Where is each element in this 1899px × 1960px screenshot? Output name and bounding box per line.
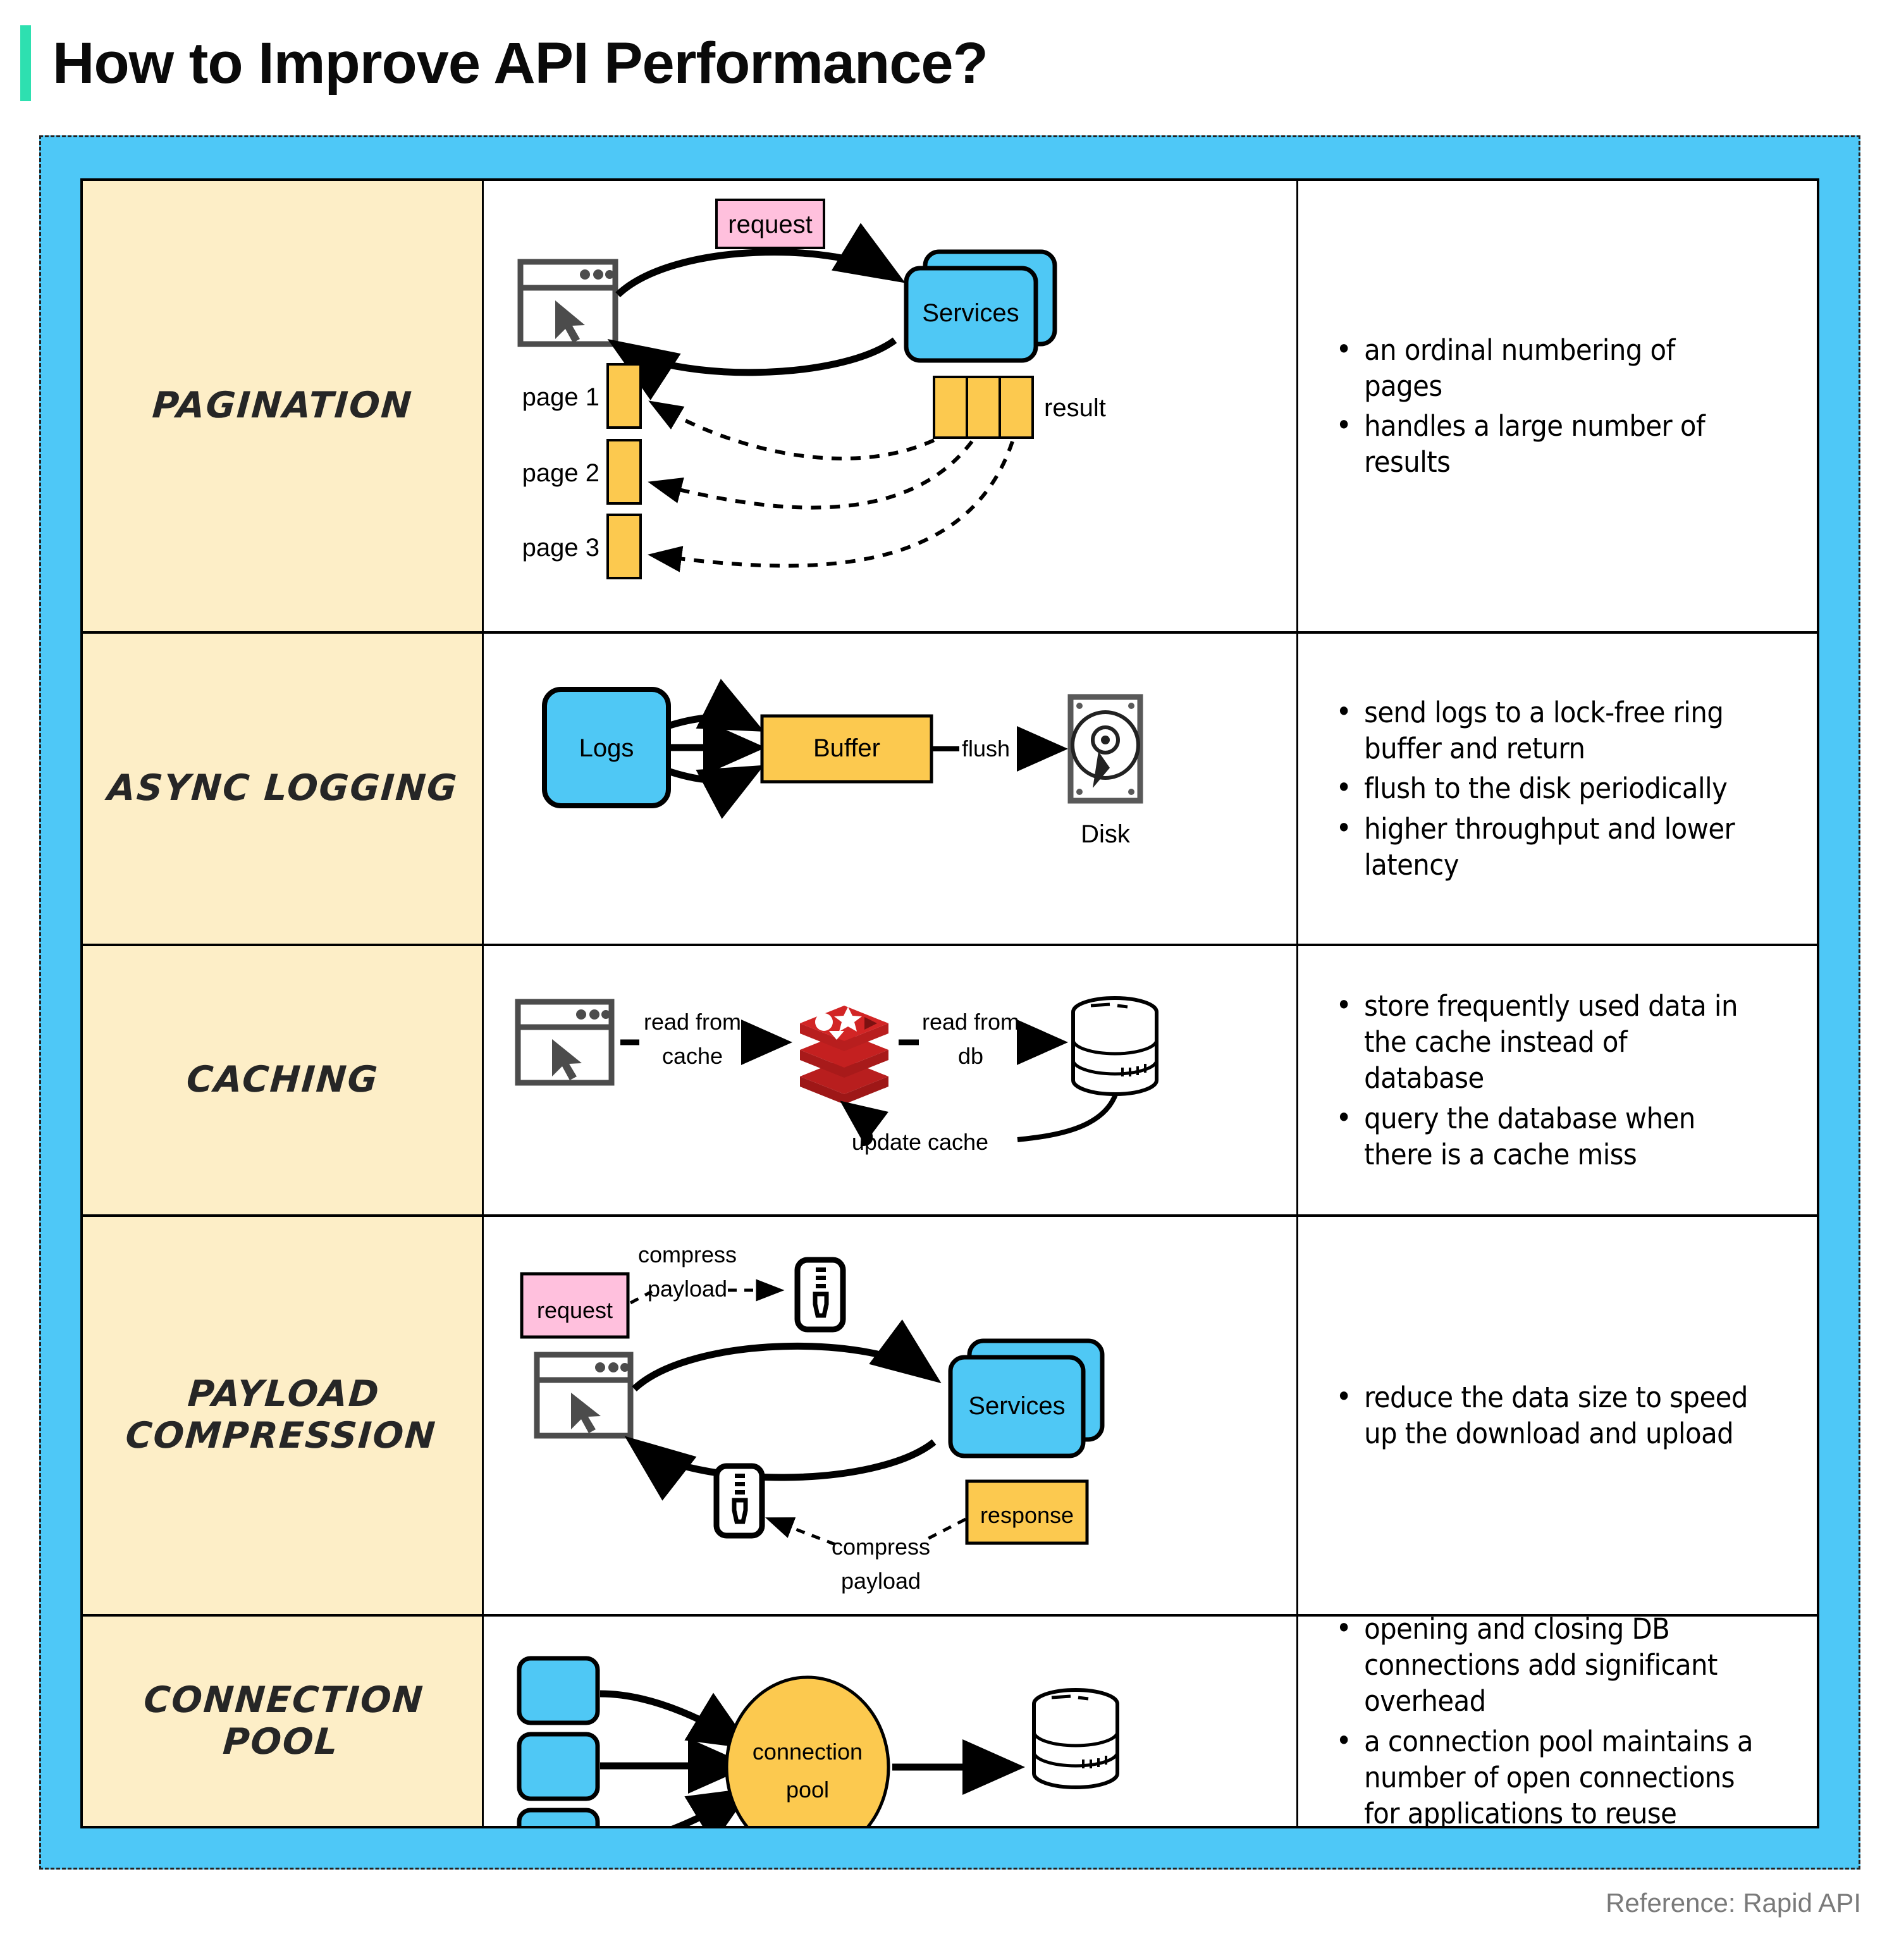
zip-file-icon	[794, 1257, 846, 1333]
pool-label-line1: connection	[753, 1739, 863, 1765]
pagination-page3-label: page 3	[522, 534, 599, 562]
row-label-connection-pool: Connection Pool	[83, 1617, 484, 1826]
logs-label: Logs	[579, 734, 634, 762]
row-label-text: Async Logging	[106, 767, 459, 810]
list-item: an ordinal numbering of pages	[1331, 331, 1755, 404]
bullets-caching: store frequently used data in the cache …	[1298, 946, 1817, 1217]
caching-svg: read from cache read from db update cach…	[515, 996, 1158, 1155]
pc-services-label: Services	[968, 1392, 1065, 1420]
zip-file-icon	[713, 1463, 765, 1539]
client-box-2	[517, 1732, 600, 1801]
database-icon	[1071, 996, 1158, 1096]
read-from-cache-label-line2: cache	[662, 1043, 723, 1069]
pagination-svg: request Services result page 1 page 2 pa…	[517, 199, 1106, 579]
bullets-async-logging: send logs to a lock-free ring buffer and…	[1298, 634, 1817, 946]
row-label-pagination: Pagination	[83, 181, 484, 634]
list-item: reduce the data size to speed up the dow…	[1331, 1378, 1755, 1452]
pagination-request-label: request	[728, 211, 812, 238]
row-label-async-logging: Async Logging	[83, 634, 484, 946]
async-logging-svg: Logs Buffer flush Disk	[542, 679, 1143, 848]
database-icon	[1032, 1688, 1119, 1789]
diagram-payload-compression: compress payload request Services respon…	[484, 1217, 1298, 1617]
pagination-result-label: result	[1044, 394, 1106, 422]
diagram-connection-pool: connection pool	[484, 1617, 1298, 1826]
diagram-async-logging: Logs Buffer flush Disk	[484, 634, 1298, 946]
compress-top-line2: payload	[648, 1276, 727, 1302]
pagination-services-label: Services	[922, 299, 1019, 327]
title-accent-bar	[20, 25, 31, 101]
row-label-text: Connection Pool	[142, 1679, 426, 1763]
list-item: flush to the disk periodically	[1331, 769, 1755, 806]
compress-bottom-line1: compress	[832, 1534, 930, 1560]
redis-cache-icon	[800, 1006, 888, 1104]
row-label-text: Caching	[185, 1059, 380, 1101]
diagram-pagination: request Services result page 1 page 2 pa…	[484, 181, 1298, 634]
client-box-3	[517, 1808, 600, 1826]
compress-bottom-line2: payload	[841, 1568, 921, 1594]
pagination-page1-label: page 1	[522, 383, 599, 411]
pool-label-line2: pool	[786, 1777, 829, 1803]
bullets-connection-pool: opening and closing DB connections add s…	[1298, 1617, 1817, 1826]
row-label-text: Payload Compression	[124, 1373, 438, 1457]
list-item: send logs to a lock-free ring buffer and…	[1331, 693, 1755, 767]
list-item: store frequently used data in the cache …	[1331, 987, 1755, 1096]
page-block-1	[606, 363, 642, 429]
pc-request-label: request	[537, 1297, 613, 1323]
flush-label: flush	[962, 736, 1010, 761]
diagram-caching: read from cache read from db update cach…	[484, 946, 1298, 1217]
infographic-page: How to Improve API Performance? Paginati…	[0, 0, 1899, 1960]
update-cache-label: update cache	[852, 1129, 988, 1155]
list-item: query the database when there is a cache…	[1331, 1099, 1755, 1173]
compress-top-line1: compress	[638, 1242, 737, 1267]
reference-footer: Reference: Rapid API	[1606, 1888, 1861, 1918]
disk-label: Disk	[1081, 820, 1131, 848]
row-label-caching: Caching	[83, 946, 484, 1217]
payload-compression-svg: compress payload request Services respon…	[520, 1242, 1105, 1594]
buffer-label: Buffer	[813, 734, 880, 762]
browser-icon	[534, 1352, 634, 1439]
list-item: handles a large number of results	[1331, 407, 1755, 480]
read-from-db-label-line1: read from	[922, 1009, 1019, 1035]
content-frame: Pagination request	[39, 135, 1860, 1870]
client-box-1	[517, 1656, 600, 1725]
techniques-table: Pagination request	[80, 178, 1819, 1828]
page-block-3	[606, 514, 642, 579]
result-blocks	[933, 376, 1034, 439]
row-label-payload-compression: Payload Compression	[83, 1217, 484, 1617]
connection-pool-svg: connection pool	[517, 1656, 1119, 1826]
bullets-pagination: an ordinal numbering of pages handles a …	[1298, 181, 1817, 634]
browser-icon	[515, 999, 615, 1086]
bullets-payload-compression: reduce the data size to speed up the dow…	[1298, 1217, 1817, 1617]
row-label-text: Pagination	[151, 385, 414, 427]
read-from-cache-label-line1: read from	[644, 1009, 741, 1035]
pc-response-label: response	[980, 1502, 1074, 1528]
browser-icon	[517, 259, 618, 347]
disk-icon	[1067, 694, 1143, 804]
pagination-page2-label: page 2	[522, 459, 599, 487]
read-from-db-label-line2: db	[958, 1043, 983, 1069]
page-header: How to Improve API Performance?	[0, 0, 1899, 126]
page-block-2	[606, 439, 642, 505]
list-item: opening and closing DB connections add s…	[1331, 1617, 1755, 1720]
list-item: higher throughput and lower latency	[1331, 810, 1755, 883]
page-title: How to Improve API Performance?	[52, 30, 988, 96]
list-item: a connection pool maintains a number of …	[1331, 1722, 1755, 1826]
